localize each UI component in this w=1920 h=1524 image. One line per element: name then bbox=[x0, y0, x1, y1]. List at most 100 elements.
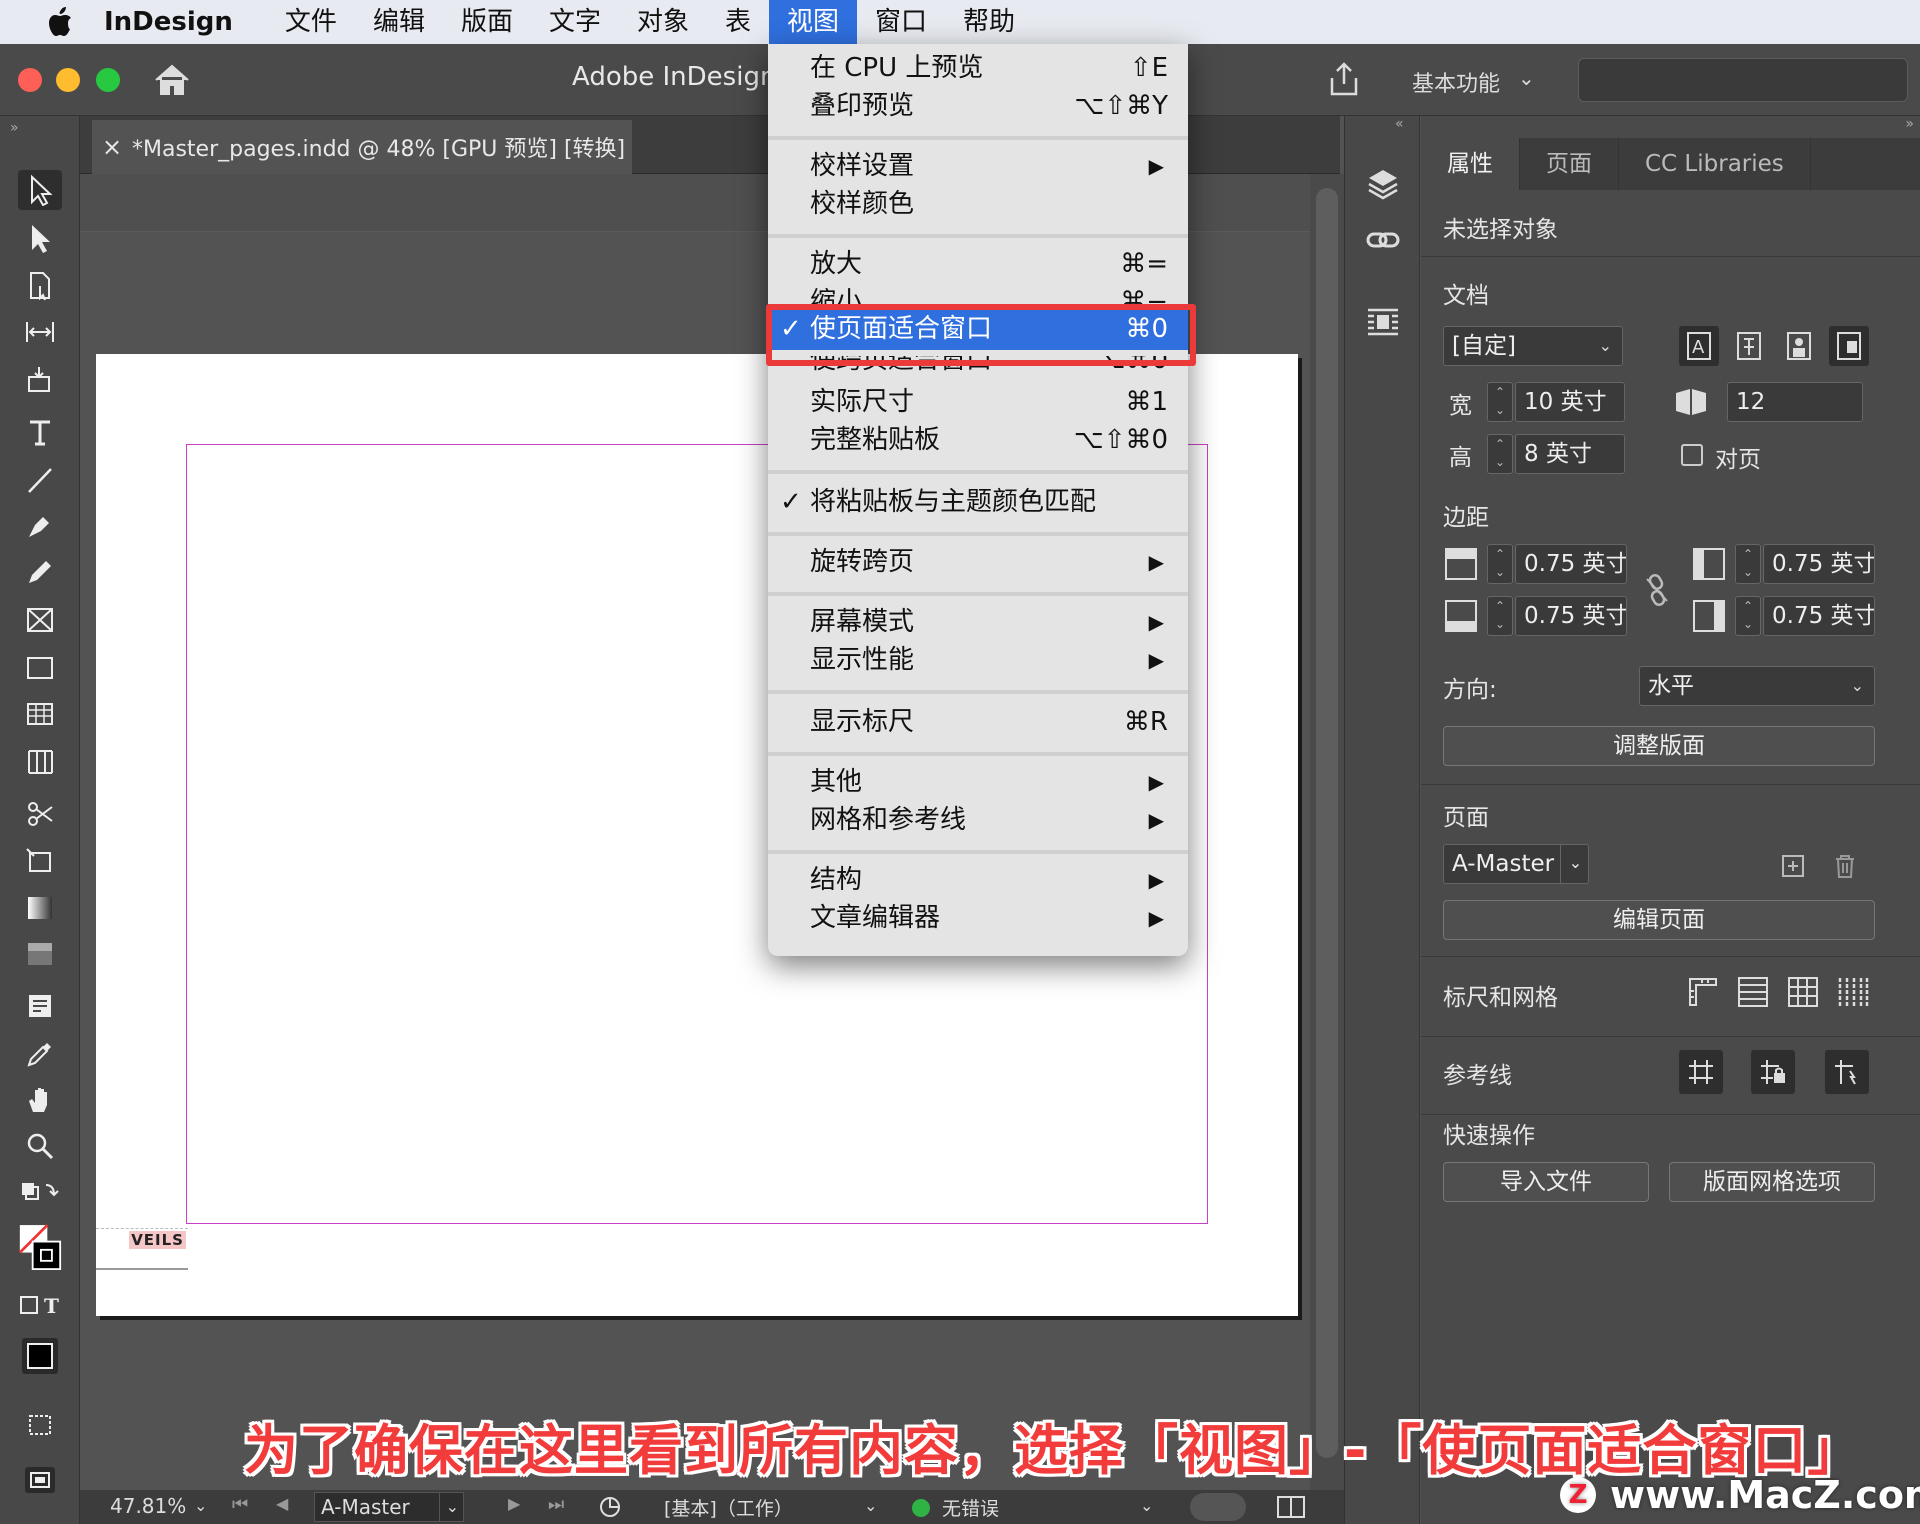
lock-guides-icon[interactable] bbox=[1751, 1050, 1795, 1094]
gradient-swatch-tool-icon[interactable] bbox=[18, 888, 62, 928]
chevron-down-icon[interactable]: ⌄ bbox=[438, 1493, 465, 1521]
menu-item-cpu-preview[interactable]: 在 CPU 上预览 ⇧E bbox=[768, 50, 1188, 86]
menu-item-structure[interactable]: 结构 ▶ bbox=[768, 862, 1188, 898]
layers-panel-icon[interactable] bbox=[1361, 162, 1405, 206]
pencil-tool-icon[interactable] bbox=[18, 552, 62, 592]
menu-item-display-performance[interactable]: 显示性能 ▶ bbox=[768, 642, 1188, 678]
chevron-down-icon[interactable]: ⌄ bbox=[1140, 1496, 1153, 1515]
chevron-down-icon[interactable]: ⌄ bbox=[1560, 844, 1590, 884]
menu-item-story-editor[interactable]: 文章编辑器 ▶ bbox=[768, 900, 1188, 936]
menu-item-show-rulers[interactable]: 显示标尺 ⌘R bbox=[768, 704, 1188, 740]
workspace-switcher[interactable]: 基本功能 bbox=[1412, 66, 1500, 98]
facing-pages-checkbox[interactable] bbox=[1681, 444, 1703, 466]
rectangle-tool-icon[interactable] bbox=[18, 648, 62, 688]
margin-top-stepper[interactable]: ⌃ ⌄ bbox=[1487, 544, 1513, 584]
menu-item-zoom-out[interactable]: 缩小 ⌘− bbox=[768, 284, 1188, 306]
preflight-errors[interactable]: 无错误 bbox=[942, 1494, 999, 1521]
direct-selection-tool-icon[interactable] bbox=[18, 218, 62, 258]
layout-icon-primary[interactable]: A bbox=[1679, 326, 1719, 366]
margin-top-field[interactable]: 0.75 英寸 bbox=[1515, 544, 1627, 584]
document-grid-icon[interactable] bbox=[1783, 972, 1823, 1012]
layout-grid-icon[interactable] bbox=[1833, 972, 1873, 1012]
pages-count-field[interactable]: 12 bbox=[1727, 382, 1863, 422]
master-select[interactable]: A-Master ⌄ bbox=[1443, 844, 1589, 884]
preview-mode-icon[interactable] bbox=[18, 1460, 62, 1500]
layout-icon-vertical-text[interactable] bbox=[1729, 326, 1769, 366]
menu-file[interactable]: 文件 bbox=[267, 0, 355, 44]
first-page-icon[interactable]: ⏮ bbox=[232, 1494, 248, 1515]
apply-color-icon[interactable] bbox=[18, 1332, 62, 1380]
free-transform-tool-icon[interactable] bbox=[18, 842, 62, 882]
menu-item-overprint-preview[interactable]: 叠印预览 ⌥⇧⌘Y bbox=[768, 88, 1188, 124]
collapse-dock-icon[interactable]: « bbox=[1395, 116, 1404, 132]
menu-item-rotate-spread[interactable]: 旋转跨页 ▶ bbox=[768, 544, 1188, 580]
links-panel-icon[interactable] bbox=[1361, 218, 1405, 262]
layout-icon-alternate[interactable] bbox=[1829, 326, 1869, 366]
menu-help[interactable]: 帮助 bbox=[945, 0, 1033, 44]
hand-tool-icon[interactable] bbox=[18, 1080, 62, 1120]
close-window-button[interactable] bbox=[18, 68, 42, 92]
document-preset-select[interactable]: [自定] ⌄ bbox=[1443, 326, 1623, 366]
grid-tool-icon[interactable] bbox=[18, 742, 62, 782]
preflight-profile[interactable]: [基本]（工作） bbox=[664, 1494, 793, 1521]
last-page-icon[interactable]: ⏭ bbox=[548, 1494, 564, 1515]
line-tool-icon[interactable] bbox=[18, 460, 62, 500]
chevron-down-icon[interactable]: ⌄ bbox=[864, 1496, 877, 1515]
edit-page-button[interactable]: 编辑页面 bbox=[1443, 900, 1875, 940]
tab-properties[interactable]: 属性 bbox=[1421, 138, 1520, 190]
import-file-button[interactable]: 导入文件 bbox=[1443, 1162, 1649, 1202]
layout-grid-options-button[interactable]: 版面网格选项 bbox=[1669, 1162, 1875, 1202]
menu-view[interactable]: 视图 bbox=[769, 0, 858, 44]
note-tool-icon[interactable] bbox=[18, 986, 62, 1026]
chevron-down-icon[interactable]: ⌄ bbox=[1518, 66, 1535, 90]
toggle-switch[interactable] bbox=[1190, 1493, 1246, 1521]
previous-page-icon[interactable]: ◀ bbox=[276, 1494, 288, 1513]
menu-item-zoom-in[interactable]: 放大 ⌘= bbox=[768, 246, 1188, 282]
next-page-icon[interactable]: ▶ bbox=[508, 1494, 520, 1513]
rectangle-frame-tool-icon[interactable] bbox=[18, 600, 62, 640]
apple-icon[interactable] bbox=[38, 0, 82, 44]
menu-item-proof-colors[interactable]: 校样颜色 bbox=[768, 186, 1188, 222]
open-page-icon[interactable] bbox=[598, 1494, 624, 1524]
page-selector[interactable]: A-Master ⌄ bbox=[314, 1492, 464, 1522]
tab-pages[interactable]: 页面 bbox=[1520, 138, 1619, 190]
menu-layout[interactable]: 版面 bbox=[443, 0, 531, 44]
collapse-panel-icon[interactable]: » bbox=[1905, 116, 1914, 132]
text-wrap-panel-icon[interactable] bbox=[1361, 300, 1405, 344]
menu-edit[interactable]: 编辑 bbox=[355, 0, 443, 44]
menu-type[interactable]: 文字 bbox=[531, 0, 619, 44]
app-menu-indesign[interactable]: InDesign bbox=[104, 7, 233, 37]
scrollbar-thumb[interactable] bbox=[1316, 188, 1338, 1458]
delete-page-icon[interactable] bbox=[1825, 846, 1865, 886]
share-icon[interactable] bbox=[1324, 60, 1364, 100]
link-margins-icon[interactable] bbox=[1637, 570, 1677, 610]
orientation-select[interactable]: 水平 ⌄ bbox=[1639, 666, 1875, 706]
margin-left-field[interactable]: 0.75 英寸 bbox=[1763, 544, 1875, 584]
baseline-grid-icon[interactable] bbox=[1733, 972, 1773, 1012]
menu-table[interactable]: 表 bbox=[707, 0, 769, 44]
gradient-feather-tool-icon[interactable] bbox=[18, 934, 62, 974]
page-tool-icon[interactable] bbox=[18, 266, 62, 306]
menu-item-grids-guides[interactable]: 网格和参考线 ▶ bbox=[768, 802, 1188, 838]
collapse-panel-icon[interactable]: » bbox=[10, 120, 19, 136]
pen-tool-icon[interactable] bbox=[18, 506, 62, 546]
smart-guides-icon[interactable] bbox=[1825, 1050, 1869, 1094]
content-collector-icon[interactable] bbox=[18, 360, 62, 400]
zoom-window-button[interactable] bbox=[96, 68, 120, 92]
selection-tool-icon[interactable] bbox=[18, 170, 62, 210]
height-stepper[interactable]: ⌃ ⌄ bbox=[1487, 434, 1513, 474]
zoom-level[interactable]: 47.81% bbox=[110, 1494, 186, 1518]
minimize-window-button[interactable] bbox=[56, 68, 80, 92]
menu-object[interactable]: 对象 bbox=[619, 0, 707, 44]
add-page-icon[interactable] bbox=[1773, 846, 1813, 886]
type-tool-icon[interactable] bbox=[18, 412, 62, 452]
menu-item-match-pasteboard[interactable]: ✓ 将粘贴板与主题颜色匹配 bbox=[768, 484, 1188, 520]
fill-stroke-swatch-icon[interactable] bbox=[18, 1218, 62, 1278]
tab-cc-libraries[interactable]: CC Libraries bbox=[1619, 138, 1811, 190]
search-input[interactable] bbox=[1578, 58, 1908, 102]
table-tool-icon[interactable] bbox=[18, 694, 62, 734]
menu-item-screen-mode[interactable]: 屏幕模式 ▶ bbox=[768, 604, 1188, 640]
zoom-tool-icon[interactable] bbox=[18, 1126, 62, 1166]
document-tab[interactable]: × *Master_pages.indd @ 48% [GPU 预览] [转换] bbox=[92, 120, 632, 174]
swap-fill-stroke-icon[interactable] bbox=[18, 1174, 62, 1214]
